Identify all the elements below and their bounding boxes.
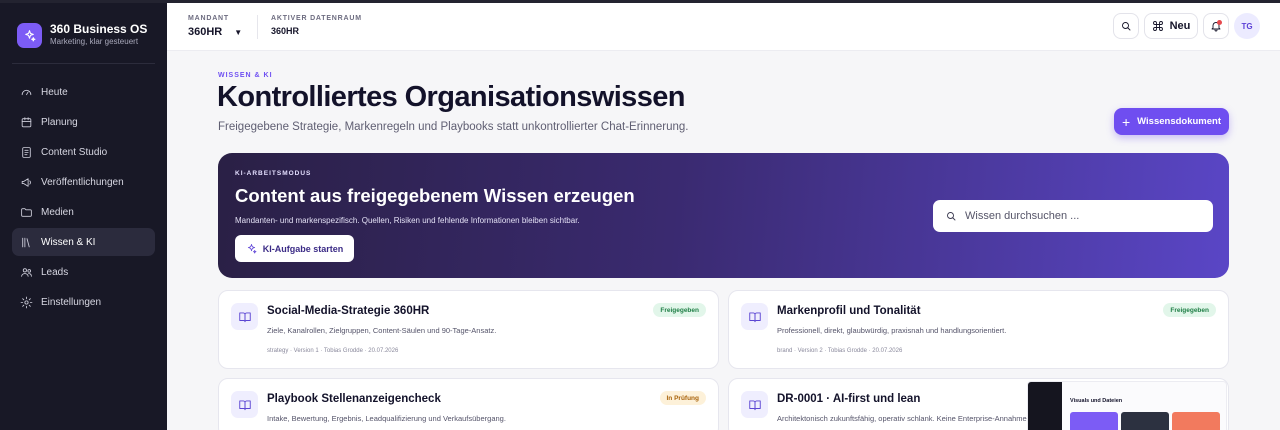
knowledge-search-input[interactable]	[965, 210, 1205, 222]
calendar-icon	[21, 116, 32, 127]
sidebar-item-heute[interactable]: Heute	[12, 78, 155, 106]
mandant-label: MANDANT	[188, 15, 229, 22]
card-title: Social-Media-Strategie 360HR	[267, 305, 430, 317]
add-knowledge-document-button[interactable]: + Wissensdokument	[1114, 108, 1229, 135]
plus-icon: +	[1121, 113, 1131, 130]
hero-eyebrow: KI-ARBEITSMODUS	[235, 170, 312, 177]
sidebar-nav: Heute Planung Content Studio Veröffentli…	[12, 78, 155, 318]
card-title: DR-0001 · AI-first und lean	[777, 393, 921, 405]
new-button[interactable]: Neu	[1144, 13, 1198, 39]
ai-mode-hero: KI-ARBEITSMODUS Content aus freigegebene…	[218, 153, 1229, 278]
app-name: 360 Business OS	[50, 22, 148, 36]
sparkle-logo-icon	[17, 22, 42, 48]
mandant-selector[interactable]: MANDANT 360HR ▼	[188, 15, 242, 38]
start-ai-task-button[interactable]: KI-Aufgabe starten	[235, 235, 354, 262]
status-badge: Freigegeben	[653, 303, 706, 317]
mandant-value: 360HR	[188, 26, 223, 38]
sidebar-item-planung[interactable]: Planung	[12, 108, 155, 136]
gear-icon	[20, 296, 33, 308]
sidebar-item-label: Content Studio	[41, 146, 108, 158]
megaphone-icon	[21, 177, 31, 187]
new-button-label: Neu	[1169, 20, 1191, 32]
sidebar-item-einstellungen[interactable]: Einstellungen	[12, 288, 155, 316]
gauge-icon	[21, 89, 32, 95]
knowledge-search[interactable]	[933, 200, 1213, 232]
thumbnail-title: Visuals und Dateien	[1070, 398, 1123, 404]
card-description: Ziele, Kanalrollen, Zielgruppen, Content…	[267, 326, 497, 335]
notifications-button[interactable]	[1203, 13, 1229, 39]
sidebar-item-label: Wissen & KI	[41, 236, 96, 248]
thumbnail-sidebar	[1028, 382, 1062, 430]
sidebar-item-content-studio[interactable]: Content Studio	[12, 138, 155, 166]
knowledge-card[interactable]: DR-0001 · AI-first und lean Architektoni…	[728, 378, 1229, 430]
book-icon	[231, 391, 258, 418]
sidebar-item-label: Einstellungen	[41, 296, 102, 308]
status-badge: Freigegeben	[1163, 303, 1216, 317]
knowledge-card[interactable]: Playbook Stellenanzeigencheck Intake, Be…	[218, 378, 719, 430]
datenraum-label: AKTIVER DATENRAUM	[271, 15, 362, 22]
card-description: Intake, Bewertung, Ergebnis, Leadqualifi…	[267, 414, 506, 423]
users-icon	[21, 267, 32, 277]
datenraum-value: 360HR	[271, 26, 300, 36]
card-meta: strategy · Version 1 · Tobias Grodde · 2…	[267, 348, 399, 354]
book-icon	[741, 303, 768, 330]
card-title: Playbook Stellenanzeigencheck	[267, 393, 441, 405]
sidebar-item-label: Veröffentlichungen	[41, 176, 124, 188]
thumbnail-tile	[1172, 412, 1220, 430]
sidebar: 360 Business OS Marketing, klar gesteuer…	[0, 3, 167, 430]
add-knowledge-document-label: Wissensdokument	[1137, 116, 1222, 127]
hero-title: Content aus freigegebenem Wissen erzeuge…	[235, 185, 635, 206]
brand[interactable]: 360 Business OS Marketing, klar gesteuer…	[17, 22, 147, 48]
status-badge: In Prüfung	[659, 391, 706, 405]
sidebar-item-label: Leads	[41, 266, 69, 278]
start-ai-task-label: KI-Aufgabe starten	[262, 243, 344, 254]
library-icon	[22, 237, 30, 247]
avatar[interactable]: TG	[1234, 13, 1260, 39]
sidebar-item-medien[interactable]: Medien	[12, 198, 155, 226]
knowledge-card[interactable]: Social-Media-Strategie 360HR Ziele, Kana…	[218, 290, 719, 369]
hero-subtitle: Mandanten- und markenspezifisch. Quellen…	[235, 216, 580, 225]
book-icon	[741, 391, 768, 418]
header-divider	[257, 15, 258, 39]
search-button[interactable]	[1113, 13, 1139, 39]
sidebar-divider	[12, 63, 155, 64]
page-title: Kontrolliertes Organisationswissen	[217, 81, 685, 113]
sidebar-item-leads[interactable]: Leads	[12, 258, 155, 286]
document-icon	[22, 146, 31, 158]
notification-dot	[1217, 20, 1222, 25]
sidebar-item-wissen-ki[interactable]: Wissen & KI	[12, 228, 155, 256]
search-icon	[947, 212, 956, 221]
folder-icon	[21, 207, 32, 217]
chevron-down-icon: ▼	[234, 27, 243, 37]
knowledge-card[interactable]: Markenprofil und Tonalität Professionell…	[728, 290, 1229, 369]
command-icon	[1152, 21, 1163, 31]
card-meta: brand · Version 2 · Tobias Grodde · 20.0…	[777, 348, 903, 354]
sidebar-item-label: Heute	[41, 86, 68, 98]
media-preview-thumbnail: Visuals und Dateien	[1027, 381, 1227, 430]
page-subtitle: Freigegebene Strategie, Markenregeln und…	[218, 121, 689, 133]
sidebar-item-label: Medien	[41, 206, 74, 218]
card-description: Professionell, direkt, glaubwürdig, prax…	[777, 326, 1007, 335]
sidebar-item-veroeffentlichungen[interactable]: Veröffentlichungen	[12, 168, 155, 196]
datenraum-info: AKTIVER DATENRAUM 360HR	[271, 15, 362, 36]
card-title: Markenprofil und Tonalität	[777, 305, 921, 317]
search-icon	[1122, 22, 1131, 31]
sparkle-icon	[247, 244, 257, 254]
card-description: Architektonisch zukunftsfähig, operativ …	[777, 414, 1038, 423]
thumbnail-tile	[1070, 412, 1118, 430]
page-eyebrow: WISSEN & KI	[218, 72, 273, 79]
app-tagline: Marketing, klar gesteuert	[50, 37, 139, 46]
top-header: MANDANT 360HR ▼ AKTIVER DATENRAUM 360HR …	[167, 3, 1280, 51]
thumbnail-tile	[1121, 412, 1169, 430]
sidebar-item-label: Planung	[41, 116, 78, 128]
book-icon	[231, 303, 258, 330]
